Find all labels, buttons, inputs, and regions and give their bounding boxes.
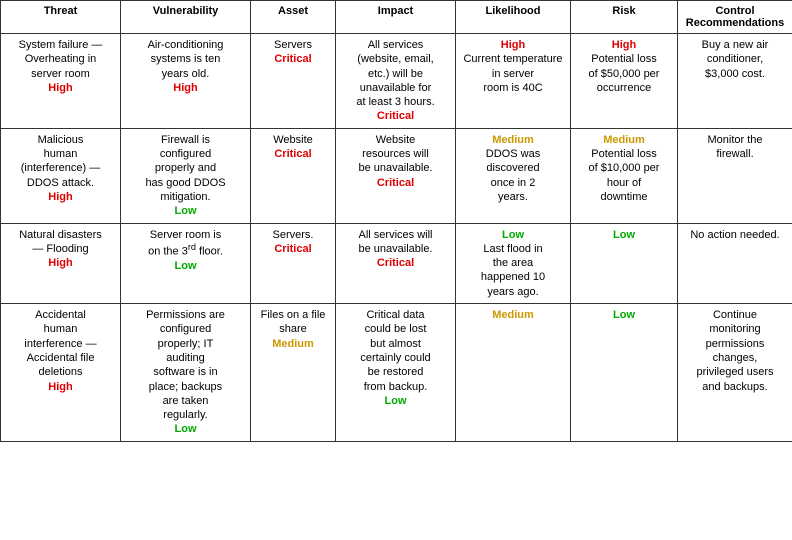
col-header-risk: Risk xyxy=(571,1,678,34)
control-cell: Continuemonitoringpermissionschanges,pri… xyxy=(678,304,792,442)
threat-cell: Natural disasters— FloodingHigh xyxy=(1,223,121,303)
table-row: Accidentalhumaninterference —Accidental … xyxy=(1,304,792,442)
col-header-control: ControlRecommendations xyxy=(678,1,792,34)
col-header-threat: Threat xyxy=(1,1,121,34)
asset-cell: Files on a fileshareMedium xyxy=(251,304,336,442)
table-row: Natural disasters— FloodingHighServer ro… xyxy=(1,223,792,303)
likelihood-cell: LowLast flood inthe areahappened 10years… xyxy=(456,223,571,303)
threat-cell: Malicioushuman(interference) —DDOS attac… xyxy=(1,128,121,223)
control-cell: Monitor thefirewall. xyxy=(678,128,792,223)
vulnerability-cell: Firewall isconfiguredproperly andhas goo… xyxy=(121,128,251,223)
control-cell: No action needed. xyxy=(678,223,792,303)
col-header-vulnerability: Vulnerability xyxy=(121,1,251,34)
asset-cell: WebsiteCritical xyxy=(251,128,336,223)
vulnerability-cell: Server room ison the 3rd floor.Low xyxy=(121,223,251,303)
risk-cell: Low xyxy=(571,304,678,442)
table-row: System failure —Overheating inserver roo… xyxy=(1,34,792,129)
col-header-asset: Asset xyxy=(251,1,336,34)
vulnerability-cell: Permissions areconfiguredproperly; ITaud… xyxy=(121,304,251,442)
likelihood-cell: Medium xyxy=(456,304,571,442)
impact-cell: Critical datacould be lostbut almostcert… xyxy=(336,304,456,442)
likelihood-cell: HighCurrent temperaturein serverroom is … xyxy=(456,34,571,129)
risk-cell: MediumPotential lossof $10,000 perhour o… xyxy=(571,128,678,223)
table-row: Malicioushuman(interference) —DDOS attac… xyxy=(1,128,792,223)
vulnerability-cell: Air-conditioningsystems is tenyears old.… xyxy=(121,34,251,129)
control-cell: Buy a new airconditioner,$3,000 cost. xyxy=(678,34,792,129)
asset-cell: Servers.Critical xyxy=(251,223,336,303)
impact-cell: All services(website, email,etc.) will b… xyxy=(336,34,456,129)
threat-cell: Accidentalhumaninterference —Accidental … xyxy=(1,304,121,442)
threat-cell: System failure —Overheating inserver roo… xyxy=(1,34,121,129)
impact-cell: All services willbe unavailable.Critical xyxy=(336,223,456,303)
risk-cell: Low xyxy=(571,223,678,303)
risk-cell: HighPotential lossof $50,000 peroccurren… xyxy=(571,34,678,129)
asset-cell: ServersCritical xyxy=(251,34,336,129)
impact-cell: Websiteresources willbe unavailable.Crit… xyxy=(336,128,456,223)
col-header-impact: Impact xyxy=(336,1,456,34)
col-header-likelihood: Likelihood xyxy=(456,1,571,34)
likelihood-cell: MediumDDOS wasdiscoveredonce in 2years. xyxy=(456,128,571,223)
